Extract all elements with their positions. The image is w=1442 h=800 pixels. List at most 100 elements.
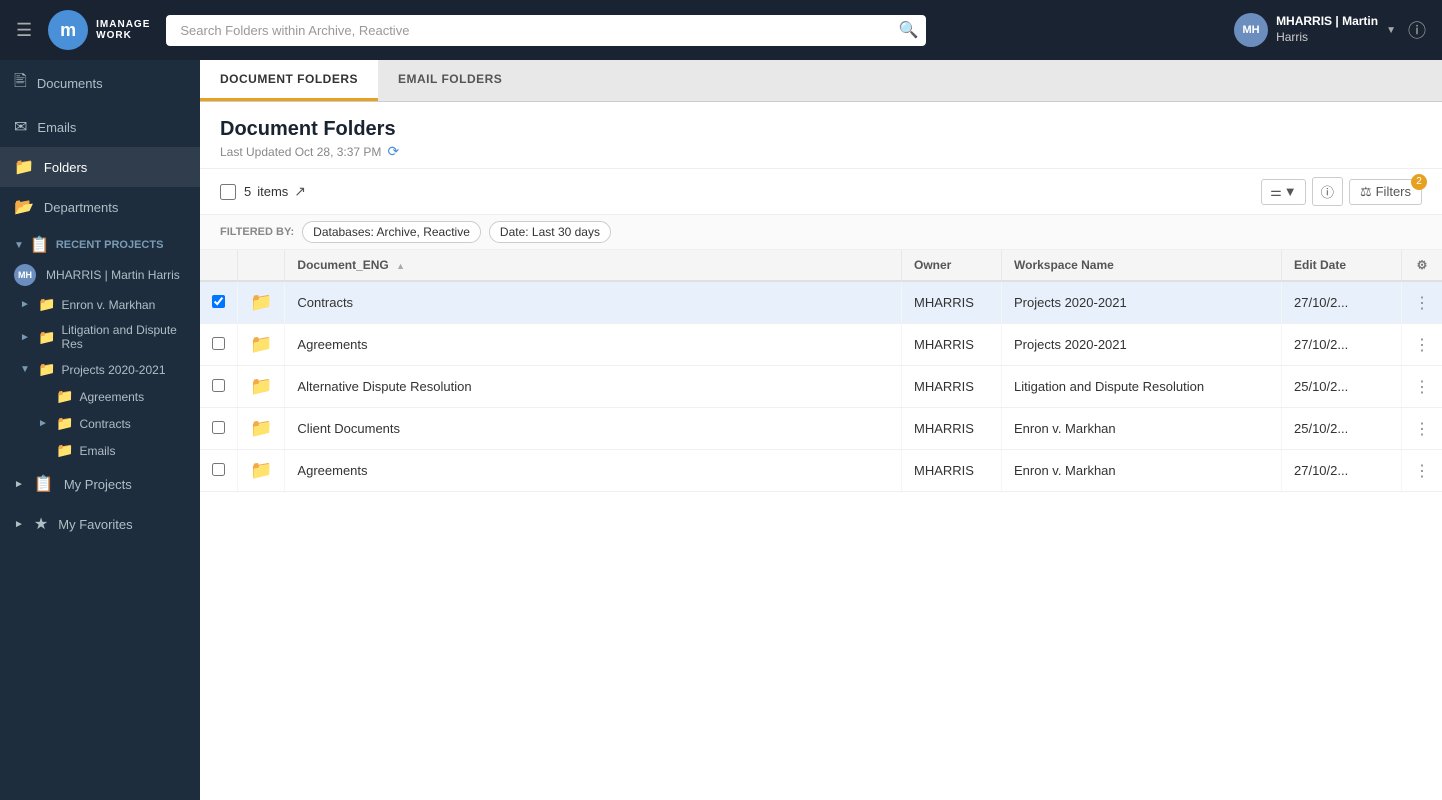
litigation-expand-icon[interactable]: ► [20,332,32,343]
table-row[interactable]: 📁 Agreements MHARRIS Enron v. Markhan 27… [200,450,1442,492]
content-header: Document Folders Last Updated Oct 28, 3:… [200,102,1442,169]
recent-projects-collapse[interactable]: ▼ [14,240,24,251]
main-layout: 🖹 Documents ✉ Emails 📁 Folders 📂 Departm… [0,60,1442,800]
info-button[interactable]: ⓘ [1312,177,1343,206]
sidebar-label-my-projects: My Projects [64,477,132,492]
row-date-cell: 25/10/2... [1282,408,1402,450]
th-document[interactable]: Document_ENG ▲ [285,250,902,281]
logo-icon: m [48,10,88,50]
row-checkbox[interactable] [212,379,225,392]
table-row[interactable]: 📁 Contracts MHARRIS Projects 2020-2021 2… [200,281,1442,324]
tree-user-avatar: MH [14,264,36,286]
row-actions-cell[interactable]: ⋮ [1402,366,1442,408]
table-row[interactable]: 📁 Client Documents MHARRIS Enron v. Mark… [200,408,1442,450]
th-settings[interactable]: ⚙ [1402,250,1442,281]
sidebar-label-emails: Emails [37,120,76,135]
export-icon[interactable]: ↗ [294,183,306,200]
filter-button[interactable]: ⚖ Filters 2 [1349,179,1422,205]
hamburger-menu[interactable]: ☰ [16,20,32,41]
my-favorites-collapse[interactable]: ► [14,519,24,530]
row-owner-cell: MHARRIS [902,324,1002,366]
select-all-checkbox[interactable] [220,184,236,200]
tree-item-emails[interactable]: 📁 Emails [0,437,200,464]
user-dropdown-arrow[interactable]: ▼ [1386,25,1396,36]
th-edit-date[interactable]: Edit Date [1282,250,1402,281]
user-profile[interactable]: MH MHARRIS | Martin Harris ▼ [1234,13,1396,47]
sidebar-item-emails[interactable]: ✉ Emails [0,107,200,147]
row-checkbox[interactable] [212,337,225,350]
view-dropdown-arrow[interactable]: ▼ [1284,184,1297,199]
contracts-expand-icon[interactable]: ► [38,418,50,429]
view-toggle-button[interactable]: ⚌ ▼ [1261,179,1306,205]
row-workspace-cell: Enron v. Markhan [1002,408,1282,450]
row-owner-cell: MHARRIS [902,408,1002,450]
table-row[interactable]: 📁 Agreements MHARRIS Projects 2020-2021 … [200,324,1442,366]
sidebar-item-my-favorites[interactable]: ► ★ My Favorites [0,504,200,544]
table-row[interactable]: 📁 Alternative Dispute Resolution MHARRIS… [200,366,1442,408]
row-context-menu-button[interactable]: ⋮ [1414,379,1430,396]
filter-count-badge: 2 [1411,174,1427,190]
row-context-menu-button[interactable]: ⋮ [1414,337,1430,354]
tree-item-contracts[interactable]: ► 📁 Contracts [0,410,200,437]
search-input[interactable] [166,15,926,46]
row-context-menu-button[interactable]: ⋮ [1414,295,1430,312]
row-name-cell: Agreements [285,324,902,366]
sidebar-section-recent-projects[interactable]: ▼ 📋 Recent Projects [0,227,200,259]
tree-label-contracts: Contracts [79,417,130,431]
my-projects-collapse[interactable]: ► [14,479,24,490]
row-checkbox[interactable] [212,295,225,308]
row-workspace-cell: Projects 2020-2021 [1002,281,1282,324]
search-bar[interactable]: 🔍 [166,15,926,46]
row-checkbox-cell[interactable] [200,281,238,324]
row-context-menu-button[interactable]: ⋮ [1414,463,1430,480]
projects-collapse-icon[interactable]: ▼ [20,364,32,375]
filter-icon: ⚖ [1360,184,1372,200]
tab-document-folders[interactable]: DOCUMENT FOLDERS [200,60,378,101]
topbar-right: MH MHARRIS | Martin Harris ▼ ⓘ [1234,13,1426,47]
th-owner[interactable]: Owner [902,250,1002,281]
recent-projects-icon: 📋 [30,235,50,255]
row-context-menu-button[interactable]: ⋮ [1414,421,1430,438]
item-count: 5 items ↗ [244,183,306,200]
toolbar: 5 items ↗ ⚌ ▼ ⓘ ⚖ Filters 2 [200,169,1442,215]
search-button[interactable]: 🔍 [898,20,918,40]
tree-item-projects[interactable]: ▼ 📁 Projects 2020-2021 [0,356,200,383]
tree-item-litigation[interactable]: ► 📁 Litigation and Dispute Res [0,318,200,356]
th-workspace[interactable]: Workspace Name [1002,250,1282,281]
row-checkbox-cell[interactable] [200,324,238,366]
sidebar-item-my-projects[interactable]: ► 📋 My Projects [0,464,200,504]
app-logo: m iManage Work [48,10,150,50]
row-owner-cell: MHARRIS [902,281,1002,324]
row-checkbox-cell[interactable] [200,408,238,450]
emails-subfolder-icon: 📁 [56,442,73,459]
folder-icon: 📁 [250,418,272,438]
tree-item-enron[interactable]: ► 📁 Enron v. Markhan [0,291,200,318]
row-checkbox-cell[interactable] [200,450,238,492]
table-header-row: Document_ENG ▲ Owner Workspace Name Edit… [200,250,1442,281]
sidebar-item-folders[interactable]: 📁 Folders [0,147,200,187]
sidebar-label-recent-projects: Recent Projects [56,239,164,251]
row-actions-cell[interactable]: ⋮ [1402,450,1442,492]
filter-chip-date[interactable]: Date: Last 30 days [489,221,611,243]
tree-item-agreements[interactable]: 📁 Agreements [0,383,200,410]
settings-gear-icon[interactable]: ⚙ [1417,258,1428,272]
tree-item-user[interactable]: MH MHARRIS | Martin Harris [0,259,200,291]
content-area: DOCUMENT FOLDERS EMAIL FOLDERS Document … [200,60,1442,800]
departments-icon: 📂 [14,197,34,217]
row-actions-cell[interactable]: ⋮ [1402,408,1442,450]
refresh-icon[interactable]: ⟳ [387,143,399,160]
filter-chip-database[interactable]: Databases: Archive, Reactive [302,221,481,243]
row-name-cell: Client Documents [285,408,902,450]
enron-expand-icon[interactable]: ► [20,299,32,310]
row-actions-cell[interactable]: ⋮ [1402,324,1442,366]
help-button[interactable]: ⓘ [1408,17,1426,43]
sidebar-item-documents[interactable]: 🖹 Documents [0,60,200,107]
row-actions-cell[interactable]: ⋮ [1402,281,1442,324]
user-name: MHARRIS | Martin Harris [1276,14,1378,45]
row-name-cell: Alternative Dispute Resolution [285,366,902,408]
sidebar-item-departments[interactable]: 📂 Departments [0,187,200,227]
row-checkbox[interactable] [212,463,225,476]
row-checkbox-cell[interactable] [200,366,238,408]
tab-email-folders[interactable]: EMAIL FOLDERS [378,60,522,101]
row-checkbox[interactable] [212,421,225,434]
